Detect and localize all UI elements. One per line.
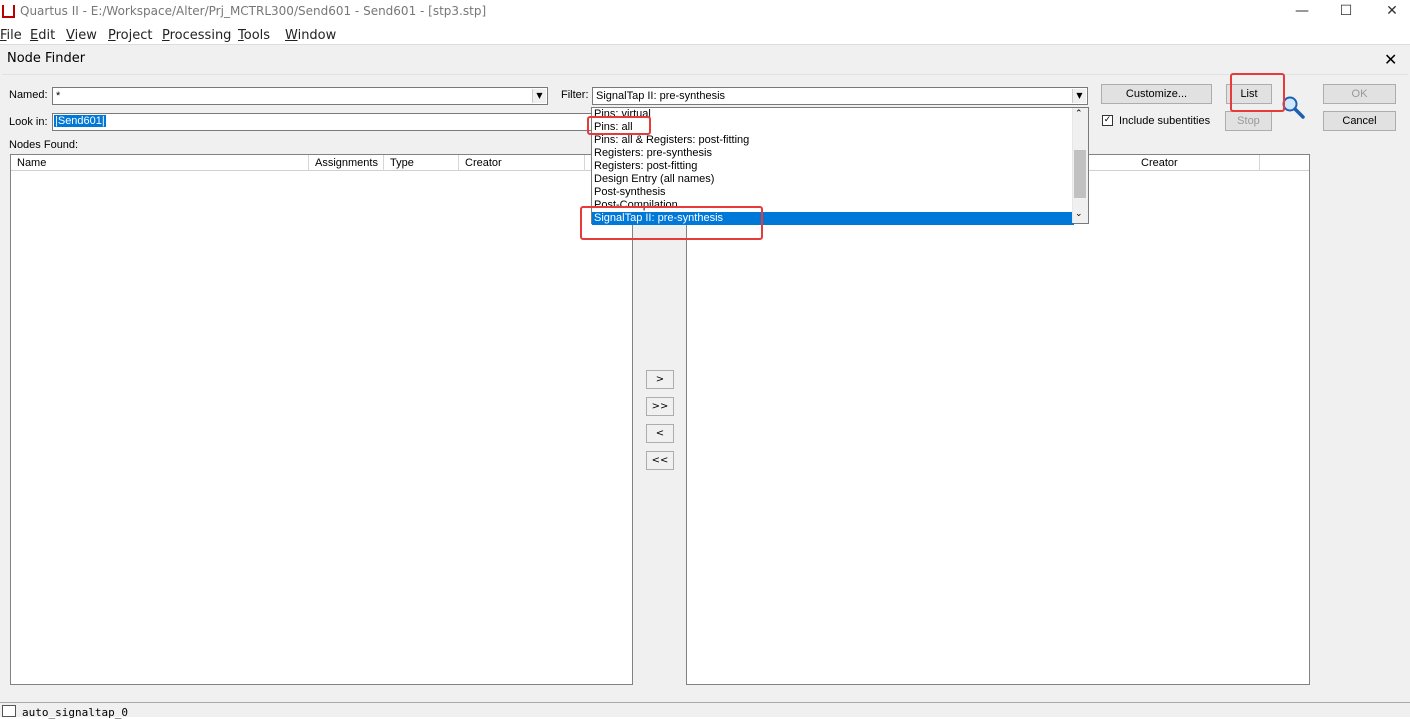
menu-view[interactable]: View (66, 28, 97, 43)
col-creator-selected[interactable]: Creator (1135, 155, 1260, 171)
remove-all-button[interactable]: << (646, 451, 674, 470)
filter-option[interactable]: Post-synthesis (594, 186, 666, 199)
filter-option[interactable]: Pins: all & Registers: post-fitting (594, 134, 749, 147)
annotation-box-list (1230, 73, 1285, 112)
filter-option[interactable]: Registers: pre-synthesis (594, 147, 712, 160)
minimize-button[interactable]: — (1292, 3, 1312, 19)
dropdown-scroll-thumb[interactable] (1074, 150, 1086, 198)
col-type[interactable]: Type (384, 155, 459, 171)
close-window-button[interactable]: ✕ (1382, 3, 1402, 19)
filter-option[interactable]: Registers: post-fitting (594, 160, 697, 173)
dialog-title: Node Finder (7, 51, 86, 66)
menu-file[interactable]: File (0, 28, 22, 43)
menu-tools[interactable]: Tools (238, 28, 270, 43)
col-creator[interactable]: Creator (459, 155, 585, 171)
annotation-box-pins-all (587, 116, 651, 135)
ok-button[interactable]: OK (1323, 84, 1396, 104)
nodes-found-header: Name Assignments Type Creator (11, 155, 632, 171)
named-value: * (56, 90, 61, 102)
scroll-down-icon[interactable]: ⌄ (1075, 209, 1083, 219)
lookin-input[interactable]: |Send601| (52, 113, 597, 131)
lookin-label: Look in: (9, 116, 48, 128)
dialog-close-button[interactable]: ✕ (1384, 50, 1397, 69)
selected-nodes-list[interactable]: Creator (686, 154, 1310, 685)
instance-icon (2, 705, 16, 717)
nodes-found-list[interactable]: Name Assignments Type Creator (10, 154, 633, 685)
quartus-app-icon (2, 5, 15, 18)
maximize-button[interactable]: ☐ (1336, 3, 1356, 19)
add-all-button[interactable]: >> (646, 397, 674, 416)
annotation-box-signaltap (580, 206, 763, 240)
filter-value: SignalTap II: pre-synthesis (596, 90, 726, 102)
chevron-down-icon[interactable]: ▼ (532, 89, 546, 103)
add-selected-button[interactable]: > (646, 370, 674, 389)
stop-button[interactable]: Stop (1225, 111, 1272, 131)
menu-edit[interactable]: Edit (30, 28, 55, 43)
named-label: Named: (9, 89, 48, 101)
status-text: auto_signaltap_0 (22, 706, 128, 719)
cancel-button[interactable]: Cancel (1323, 111, 1396, 131)
status-bar (0, 702, 1410, 717)
filter-combobox[interactable]: SignalTap II: pre-synthesis ▼ (592, 87, 1088, 105)
menu-window[interactable]: Window (285, 28, 336, 43)
scroll-up-icon[interactable]: ⌃ (1075, 109, 1083, 119)
nodes-found-label: Nodes Found: (9, 139, 79, 151)
filter-label: Filter: (561, 89, 589, 101)
remove-selected-button[interactable]: < (646, 424, 674, 443)
lookin-value: |Send601| (54, 115, 106, 127)
menu-project[interactable]: Project (108, 28, 153, 43)
menu-processing[interactable]: Processing (162, 28, 231, 43)
include-subentities-label: Include subentities (1119, 115, 1211, 127)
window-title: Quartus II - E:/Workspace/Alter/Prj_MCTR… (20, 4, 487, 18)
col-assignments[interactable]: Assignments (309, 155, 384, 171)
col-name[interactable]: Name (11, 155, 309, 171)
include-subentities-checkbox[interactable]: ✓ (1102, 115, 1113, 126)
named-combobox[interactable]: * ▼ (52, 87, 548, 105)
customize-button[interactable]: Customize... (1101, 84, 1212, 104)
filter-option[interactable]: Design Entry (all names) (594, 173, 714, 186)
chevron-down-icon[interactable]: ▼ (1072, 89, 1086, 103)
